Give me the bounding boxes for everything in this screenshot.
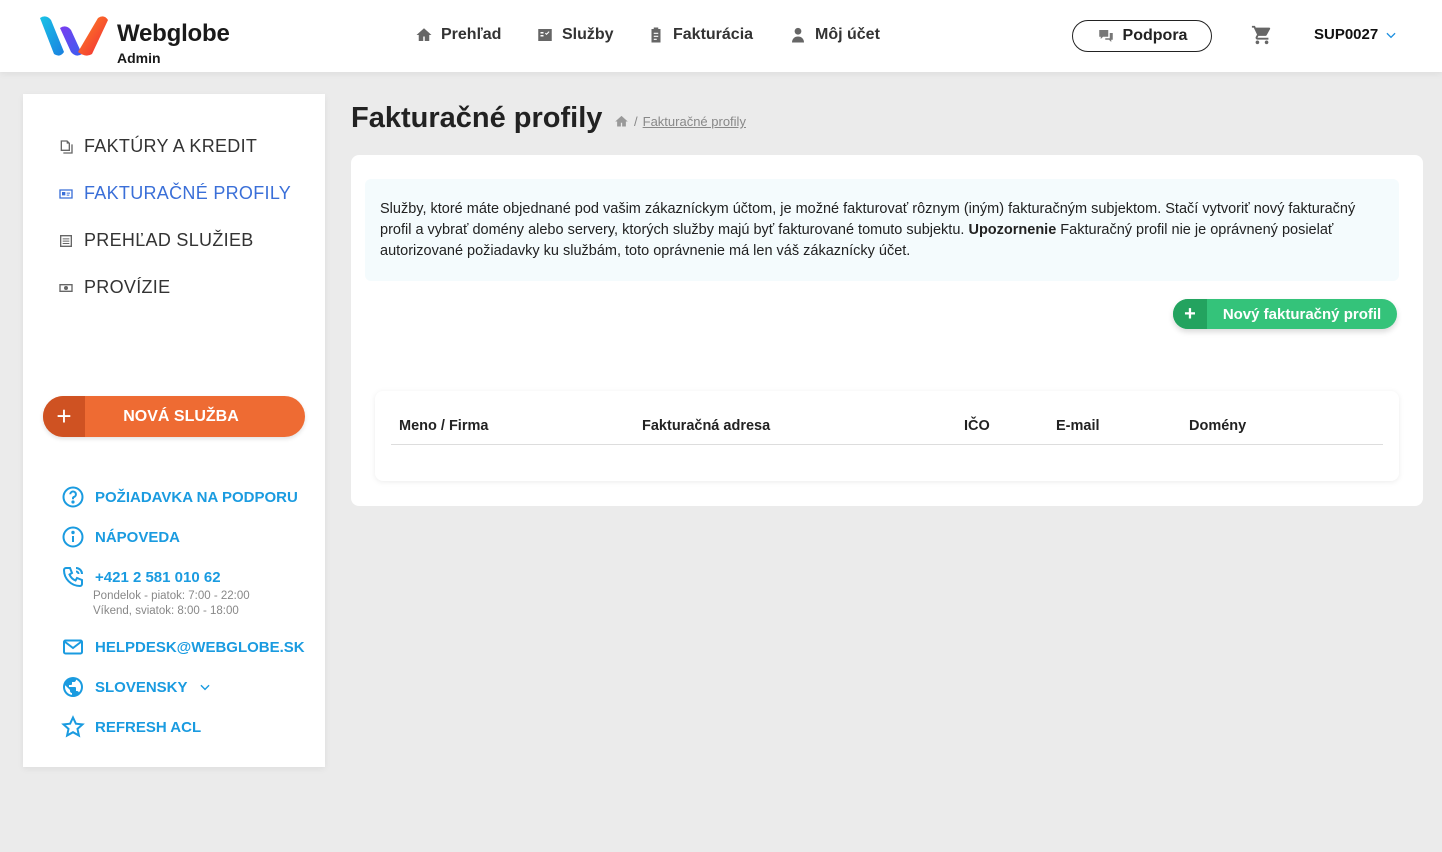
chat-support-icon bbox=[1098, 30, 1113, 42]
help-link[interactable]: NÁPOVEDA bbox=[61, 525, 180, 549]
globe-icon bbox=[63, 677, 83, 697]
email-link[interactable]: HELPDESK@WEBGLOBE.SK bbox=[61, 635, 305, 659]
email-label: HELPDESK@WEBGLOBE.SK bbox=[95, 638, 305, 656]
plus-icon: + bbox=[43, 396, 85, 437]
sidebar-item-provizie-label: PROVÍZIE bbox=[84, 277, 171, 297]
new-billing-profile-label: Nový fakturačný profil bbox=[1222, 305, 1382, 323]
refresh-acl-label: REFRESH ACL bbox=[95, 718, 202, 736]
user-icon bbox=[792, 27, 804, 43]
column-ico[interactable]: IČO bbox=[964, 418, 990, 434]
phone-link[interactable]: +421 2 581 010 62 bbox=[61, 565, 221, 589]
hours-weekday: Pondelok - piatok: 7:00 - 22:00 bbox=[93, 590, 250, 602]
column-email[interactable]: E-mail bbox=[1056, 418, 1100, 434]
support-button[interactable]: Podpora bbox=[1072, 20, 1212, 52]
support-request-link[interactable]: POŽIADAVKA NA PODPORU bbox=[61, 485, 298, 509]
content-card: Služby, ktoré máte objednané pod vašim z… bbox=[351, 155, 1423, 506]
nav-fakturacia[interactable]: Fakturácia bbox=[647, 26, 753, 44]
nav-prehlad[interactable]: Prehľad bbox=[415, 26, 501, 44]
list-icon bbox=[60, 234, 72, 247]
nav-moj-ucet-label: Môj účet bbox=[815, 26, 880, 43]
support-request-label: POŽIADAVKA NA PODPORU bbox=[95, 488, 298, 506]
phone-label: +421 2 581 010 62 bbox=[95, 568, 221, 586]
brand-name: Webglobe bbox=[117, 20, 230, 47]
info-warning-label: Upozornenie bbox=[968, 222, 1057, 238]
mail-icon bbox=[63, 639, 83, 655]
webglobe-logo-icon[interactable] bbox=[38, 14, 110, 58]
plus-icon: + bbox=[1173, 299, 1207, 329]
phone-icon bbox=[62, 567, 83, 588]
breadcrumb-current-link[interactable]: Fakturačné profily bbox=[643, 114, 746, 129]
money-icon bbox=[59, 283, 73, 292]
chevron-down-icon bbox=[1386, 32, 1396, 38]
column-name[interactable]: Meno / Firma bbox=[399, 418, 488, 434]
nav-moj-ucet[interactable]: Môj účet bbox=[789, 26, 880, 44]
nav-sluzby[interactable]: Služby bbox=[536, 26, 614, 44]
sidebar-item-provizie[interactable]: PROVÍZIE bbox=[58, 277, 170, 298]
account-menu[interactable]: SUP0027 bbox=[1314, 26, 1398, 43]
billing-profiles-table: Meno / Firma Fakturačná adresa IČO E-mai… bbox=[375, 391, 1399, 481]
shopping-cart-icon bbox=[1251, 25, 1271, 45]
top-header: Webglobe Admin Prehľad Služby Fakturácia… bbox=[0, 0, 1442, 72]
chevron-down-icon bbox=[199, 684, 210, 691]
home-icon bbox=[416, 28, 432, 41]
cart-button[interactable] bbox=[1251, 24, 1273, 46]
column-domains[interactable]: Domény bbox=[1189, 418, 1246, 434]
sidebar-item-fakturacne-profily-label: FAKTURAČNÉ PROFILY bbox=[84, 183, 292, 203]
new-billing-profile-button[interactable]: + Nový fakturačný profil bbox=[1173, 299, 1397, 329]
nav-sluzby-label: Služby bbox=[562, 26, 614, 43]
breadcrumb-separator: / bbox=[634, 114, 638, 129]
services-icon bbox=[538, 29, 552, 41]
column-address[interactable]: Fakturačná adresa bbox=[642, 418, 770, 434]
account-label: SUP0027 bbox=[1314, 26, 1379, 43]
table-header: Meno / Firma Fakturačná adresa IČO E-mai… bbox=[391, 391, 1383, 445]
question-circle-icon bbox=[62, 486, 84, 508]
sidebar-item-faktury[interactable]: FAKTÚRY A KREDIT bbox=[58, 136, 257, 157]
home-icon[interactable] bbox=[614, 114, 629, 129]
sidebar-item-faktury-label: FAKTÚRY A KREDIT bbox=[84, 136, 258, 156]
sidebar-item-prehlad-sluzieb[interactable]: PREHĽAD SLUŽIEB bbox=[58, 230, 254, 251]
page-title: Fakturačné profily bbox=[351, 102, 603, 134]
sidebar-item-prehlad-sluzieb-label: PREHĽAD SLUŽIEB bbox=[84, 230, 254, 250]
new-service-label: NOVÁ SLUŽBA bbox=[123, 407, 239, 425]
sidebar: FAKTÚRY A KREDIT FAKTURAČNÉ PROFILY PREH… bbox=[23, 94, 325, 767]
brand-subtitle: Admin bbox=[117, 50, 161, 66]
language-label: SLOVENSKY bbox=[95, 678, 188, 696]
documents-icon bbox=[60, 139, 73, 154]
info-circle-icon bbox=[62, 526, 84, 548]
help-label: NÁPOVEDA bbox=[95, 528, 181, 546]
refresh-acl-link[interactable]: REFRESH ACL bbox=[61, 715, 201, 739]
star-icon bbox=[61, 715, 85, 738]
hours-weekend: Víkend, sviatok: 8:00 - 18:00 bbox=[93, 605, 239, 617]
id-card-icon bbox=[59, 188, 73, 199]
clipboard-icon bbox=[651, 27, 661, 43]
sidebar-item-fakturacne-profily[interactable]: FAKTURAČNÉ PROFILY bbox=[58, 183, 291, 204]
nav-fakturacia-label: Fakturácia bbox=[673, 26, 754, 43]
nav-prehlad-label: Prehľad bbox=[441, 26, 502, 43]
breadcrumb: / Fakturačné profily bbox=[614, 114, 746, 129]
language-selector[interactable]: SLOVENSKY bbox=[61, 675, 212, 699]
info-box: Služby, ktoré máte objednané pod vašim z… bbox=[365, 179, 1399, 281]
support-button-label: Podpora bbox=[1122, 27, 1188, 44]
new-service-button[interactable]: + NOVÁ SLUŽBA bbox=[43, 396, 305, 437]
